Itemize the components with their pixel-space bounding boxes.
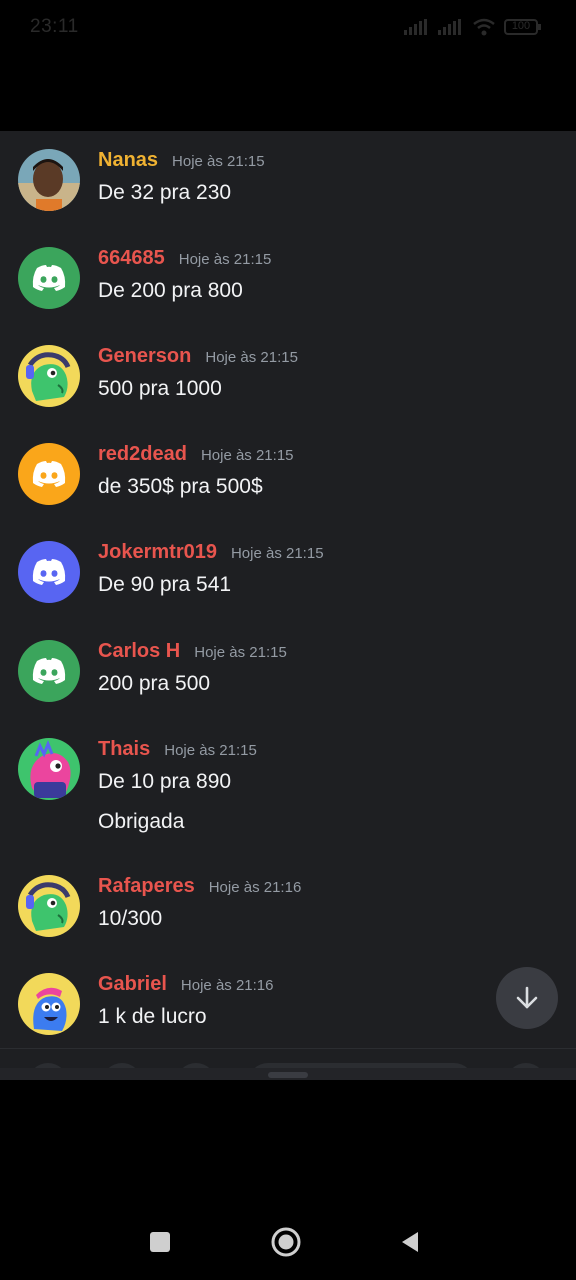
username[interactable]: Rafaperes (98, 875, 195, 898)
gesture-handle[interactable] (268, 1072, 308, 1078)
message-text: De 90 pra 541 (98, 573, 232, 596)
message-item[interactable]: Nanas Hoje às 21:15 De 32 pra 230 (0, 131, 576, 229)
message-text: De 200 pra 800 (98, 279, 243, 302)
mascot-icon (26, 882, 71, 931)
message-text: De 10 pra 890 (98, 770, 232, 793)
timestamp: Hoje às 21:15 (164, 742, 257, 759)
timestamp: Hoje às 21:15 (178, 251, 272, 268)
message-item[interactable]: 664685 Hoje às 21:15 De 200 pra 800 (0, 229, 576, 327)
message-text: Obrigada (98, 810, 185, 833)
timestamp: Hoje às 21:15 (194, 644, 287, 661)
timestamp: Hoje às 21:15 (200, 447, 294, 464)
message-text: 1 k de lucro (98, 1005, 207, 1028)
composer-bar (0, 1048, 576, 1069)
battery-icon: 100 (504, 19, 542, 35)
message-item[interactable]: Carlos H Hoje às 21:15 200 pra 500 (0, 622, 576, 720)
message-item[interactable]: Rafaperes Hoje às 21:16 10/300 (0, 857, 576, 955)
scroll-down-button[interactable] (496, 967, 558, 1029)
back-button[interactable] (394, 1226, 426, 1258)
username[interactable]: Jokermtr019 (98, 541, 217, 564)
avatar[interactable] (18, 247, 80, 309)
status-time: 23:11 (30, 16, 79, 37)
signal-icon-2 (438, 19, 464, 35)
message-header: Gabriel Hoje às 21:16 (98, 973, 274, 996)
square-icon (150, 1232, 170, 1252)
user-photo-icon (18, 149, 80, 211)
message-header: Carlos H Hoje às 21:15 (98, 640, 287, 663)
message-item[interactable]: Thais Hoje às 21:15 De 10 pra 890 Obriga… (0, 720, 576, 856)
username[interactable]: Gabriel (98, 973, 167, 996)
avatar[interactable] (18, 541, 80, 603)
message-header: red2dead Hoje às 21:15 (98, 443, 294, 466)
timestamp: Hoje às 21:15 (205, 349, 298, 366)
discord-logo-icon (32, 559, 66, 585)
arrow-down-icon (516, 986, 538, 1009)
status-icons: 100 (404, 18, 542, 36)
navigation-bar (0, 1200, 576, 1280)
message-header: 664685 Hoje às 21:15 (98, 247, 271, 270)
avatar[interactable] (18, 443, 80, 505)
message-text: 500 pra 1000 (98, 377, 222, 400)
discord-logo-icon (32, 658, 66, 684)
avatar[interactable] (18, 738, 80, 800)
message-header: Thais Hoje às 21:15 (98, 738, 257, 761)
discord-logo-icon (32, 461, 66, 487)
message-header: Jokermtr019 Hoje às 21:15 (98, 541, 324, 564)
message-text: de 350$ pra 500$ (98, 475, 263, 498)
username[interactable]: 664685 (98, 247, 165, 270)
username[interactable]: Nanas (98, 149, 158, 172)
status-bar: 23:11 100 (0, 0, 576, 60)
avatar[interactable] (18, 149, 80, 211)
signal-icon (404, 19, 430, 35)
mascot-icon (26, 352, 71, 401)
battery-level: 100 (511, 20, 531, 32)
avatar[interactable] (18, 640, 80, 702)
username[interactable]: Thais (98, 738, 150, 761)
discord-logo-icon (32, 265, 66, 291)
message-text: 200 pra 500 (98, 672, 211, 695)
message-item[interactable]: Generson Hoje às 21:15 500 pra 1000 (0, 327, 576, 425)
username[interactable]: Carlos H (98, 640, 180, 663)
timestamp: Hoje às 21:15 (230, 545, 324, 562)
username[interactable]: red2dead (98, 443, 187, 466)
message-header: Nanas Hoje às 21:15 (98, 149, 265, 172)
avatar[interactable] (18, 973, 80, 1035)
chat-area[interactable]: Nanas Hoje às 21:15 De 32 pra 230 664685… (0, 131, 576, 1048)
mascot-icon (33, 987, 67, 1031)
home-button[interactable] (270, 1226, 302, 1258)
triangle-back-icon (402, 1232, 418, 1252)
circle-icon (271, 1227, 301, 1257)
message-item[interactable]: red2dead Hoje às 21:15 de 350$ pra 500$ (0, 425, 576, 523)
message-item[interactable]: Gabriel Hoje às 21:16 1 k de lucro (0, 955, 576, 1048)
message-text: De 32 pra 230 (98, 181, 232, 204)
timestamp: Hoje às 21:15 (172, 153, 265, 170)
avatar[interactable] (18, 875, 80, 937)
mascot-icon (30, 739, 71, 798)
username[interactable]: Generson (98, 345, 191, 368)
avatar[interactable] (18, 345, 80, 407)
message-item[interactable]: Jokermtr019 Hoje às 21:15 De 90 pra 541 (0, 523, 576, 621)
timestamp: Hoje às 21:16 (180, 977, 274, 994)
recents-button[interactable] (144, 1226, 176, 1258)
wifi-icon (472, 18, 496, 36)
message-header: Generson Hoje às 21:15 (98, 345, 298, 368)
timestamp: Hoje às 21:16 (208, 879, 302, 896)
message-header: Rafaperes Hoje às 21:16 (98, 875, 301, 898)
message-text: 10/300 (98, 907, 163, 930)
